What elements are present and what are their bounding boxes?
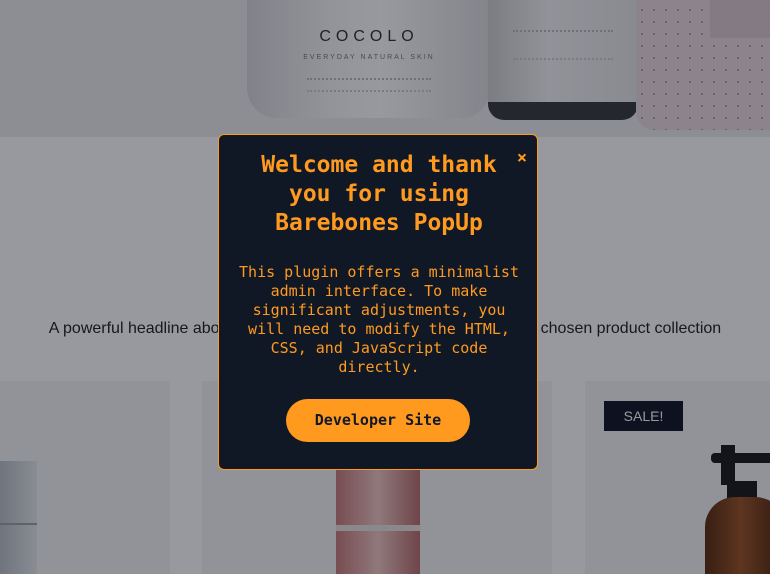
popup-body-text: This plugin offers a minimalist admin in…: [239, 263, 519, 376]
popup-title: Welcome and thank you for using Barebone…: [261, 152, 497, 236]
developer-site-button[interactable]: Developer Site: [286, 399, 470, 442]
welcome-popup: × Welcome and thank you for using Barebo…: [218, 134, 538, 470]
